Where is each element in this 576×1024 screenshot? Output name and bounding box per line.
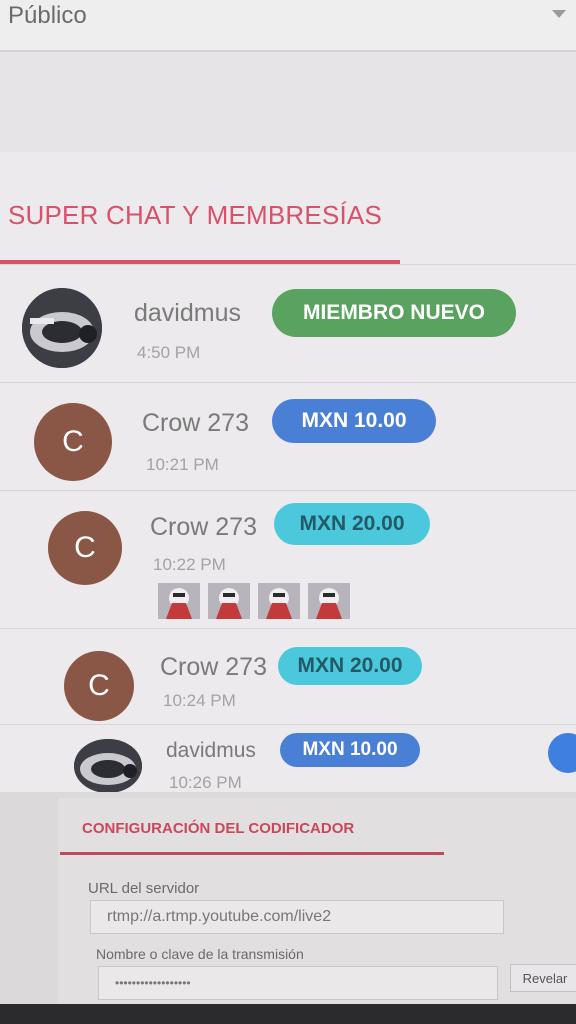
timestamp: 4:50 PM [137, 343, 201, 362]
avatar: C [34, 403, 112, 481]
super-chat-item[interactable]: davidmus MIEMBRO NUEVO 4:50 PM [0, 265, 576, 383]
server-url-field[interactable]: rtmp://a.rtmp.youtube.com/live2 [90, 900, 504, 934]
caret-down-icon[interactable] [552, 10, 566, 18]
username: Crow 273 [142, 409, 249, 437]
super-chat-item[interactable]: davidmus MXN 10.00 10:26 PM [0, 725, 576, 800]
avatar: C [48, 511, 122, 585]
username: davidmus [134, 299, 241, 327]
timestamp: 10:24 PM [163, 691, 236, 710]
avatar: C [64, 651, 134, 721]
spacer [0, 52, 576, 152]
stream-key-field[interactable]: •••••••••••••••••• [98, 966, 498, 1000]
section-title: SUPER CHAT Y MEMBRESÍAS [8, 200, 382, 230]
username: davidmus [166, 739, 256, 762]
encoder-underline [60, 852, 444, 855]
emote-icon [308, 583, 350, 619]
avatar [22, 288, 102, 368]
amount-badge: MXN 10.00 [280, 733, 420, 767]
super-chat-panel: SUPER CHAT Y MEMBRESÍAS davidmus MIEMBRO… [0, 152, 576, 800]
timestamp: 10:21 PM [146, 455, 219, 474]
timestamp: 10:22 PM [153, 555, 226, 574]
amount-badge: MXN 20.00 [274, 503, 430, 545]
username: Crow 273 [150, 513, 257, 541]
server-url-label: URL del servidor [88, 880, 200, 897]
avatar [74, 739, 142, 793]
amount-badge: MXN 10.00 [272, 399, 436, 443]
member-badge: MIEMBRO NUEVO [272, 289, 516, 337]
encoder-title: CONFIGURACIÓN DEL CODIFICADOR [82, 820, 355, 837]
emote-icon [208, 583, 250, 619]
emote-icon [158, 583, 200, 619]
emote-row [158, 583, 350, 619]
reveal-button[interactable]: Revelar [510, 964, 576, 992]
super-chat-item[interactable]: C Crow 273 MXN 10.00 10:21 PM [0, 383, 576, 491]
bottom-bezel [0, 1004, 576, 1024]
stream-key-label: Nombre o clave de la transmisión [96, 946, 304, 962]
visibility-select[interactable]: Público [0, 0, 576, 52]
visibility-value: Público [8, 2, 87, 29]
username: Crow 273 [160, 653, 267, 681]
emote-icon [258, 583, 300, 619]
amount-badge: MXN 20.00 [278, 647, 422, 685]
super-chat-item[interactable]: C Crow 273 MXN 20.00 10:24 PM [0, 629, 576, 725]
super-chat-item[interactable]: C Crow 273 MXN 20.00 10:22 PM [0, 491, 576, 629]
timestamp: 10:26 PM [169, 773, 242, 792]
